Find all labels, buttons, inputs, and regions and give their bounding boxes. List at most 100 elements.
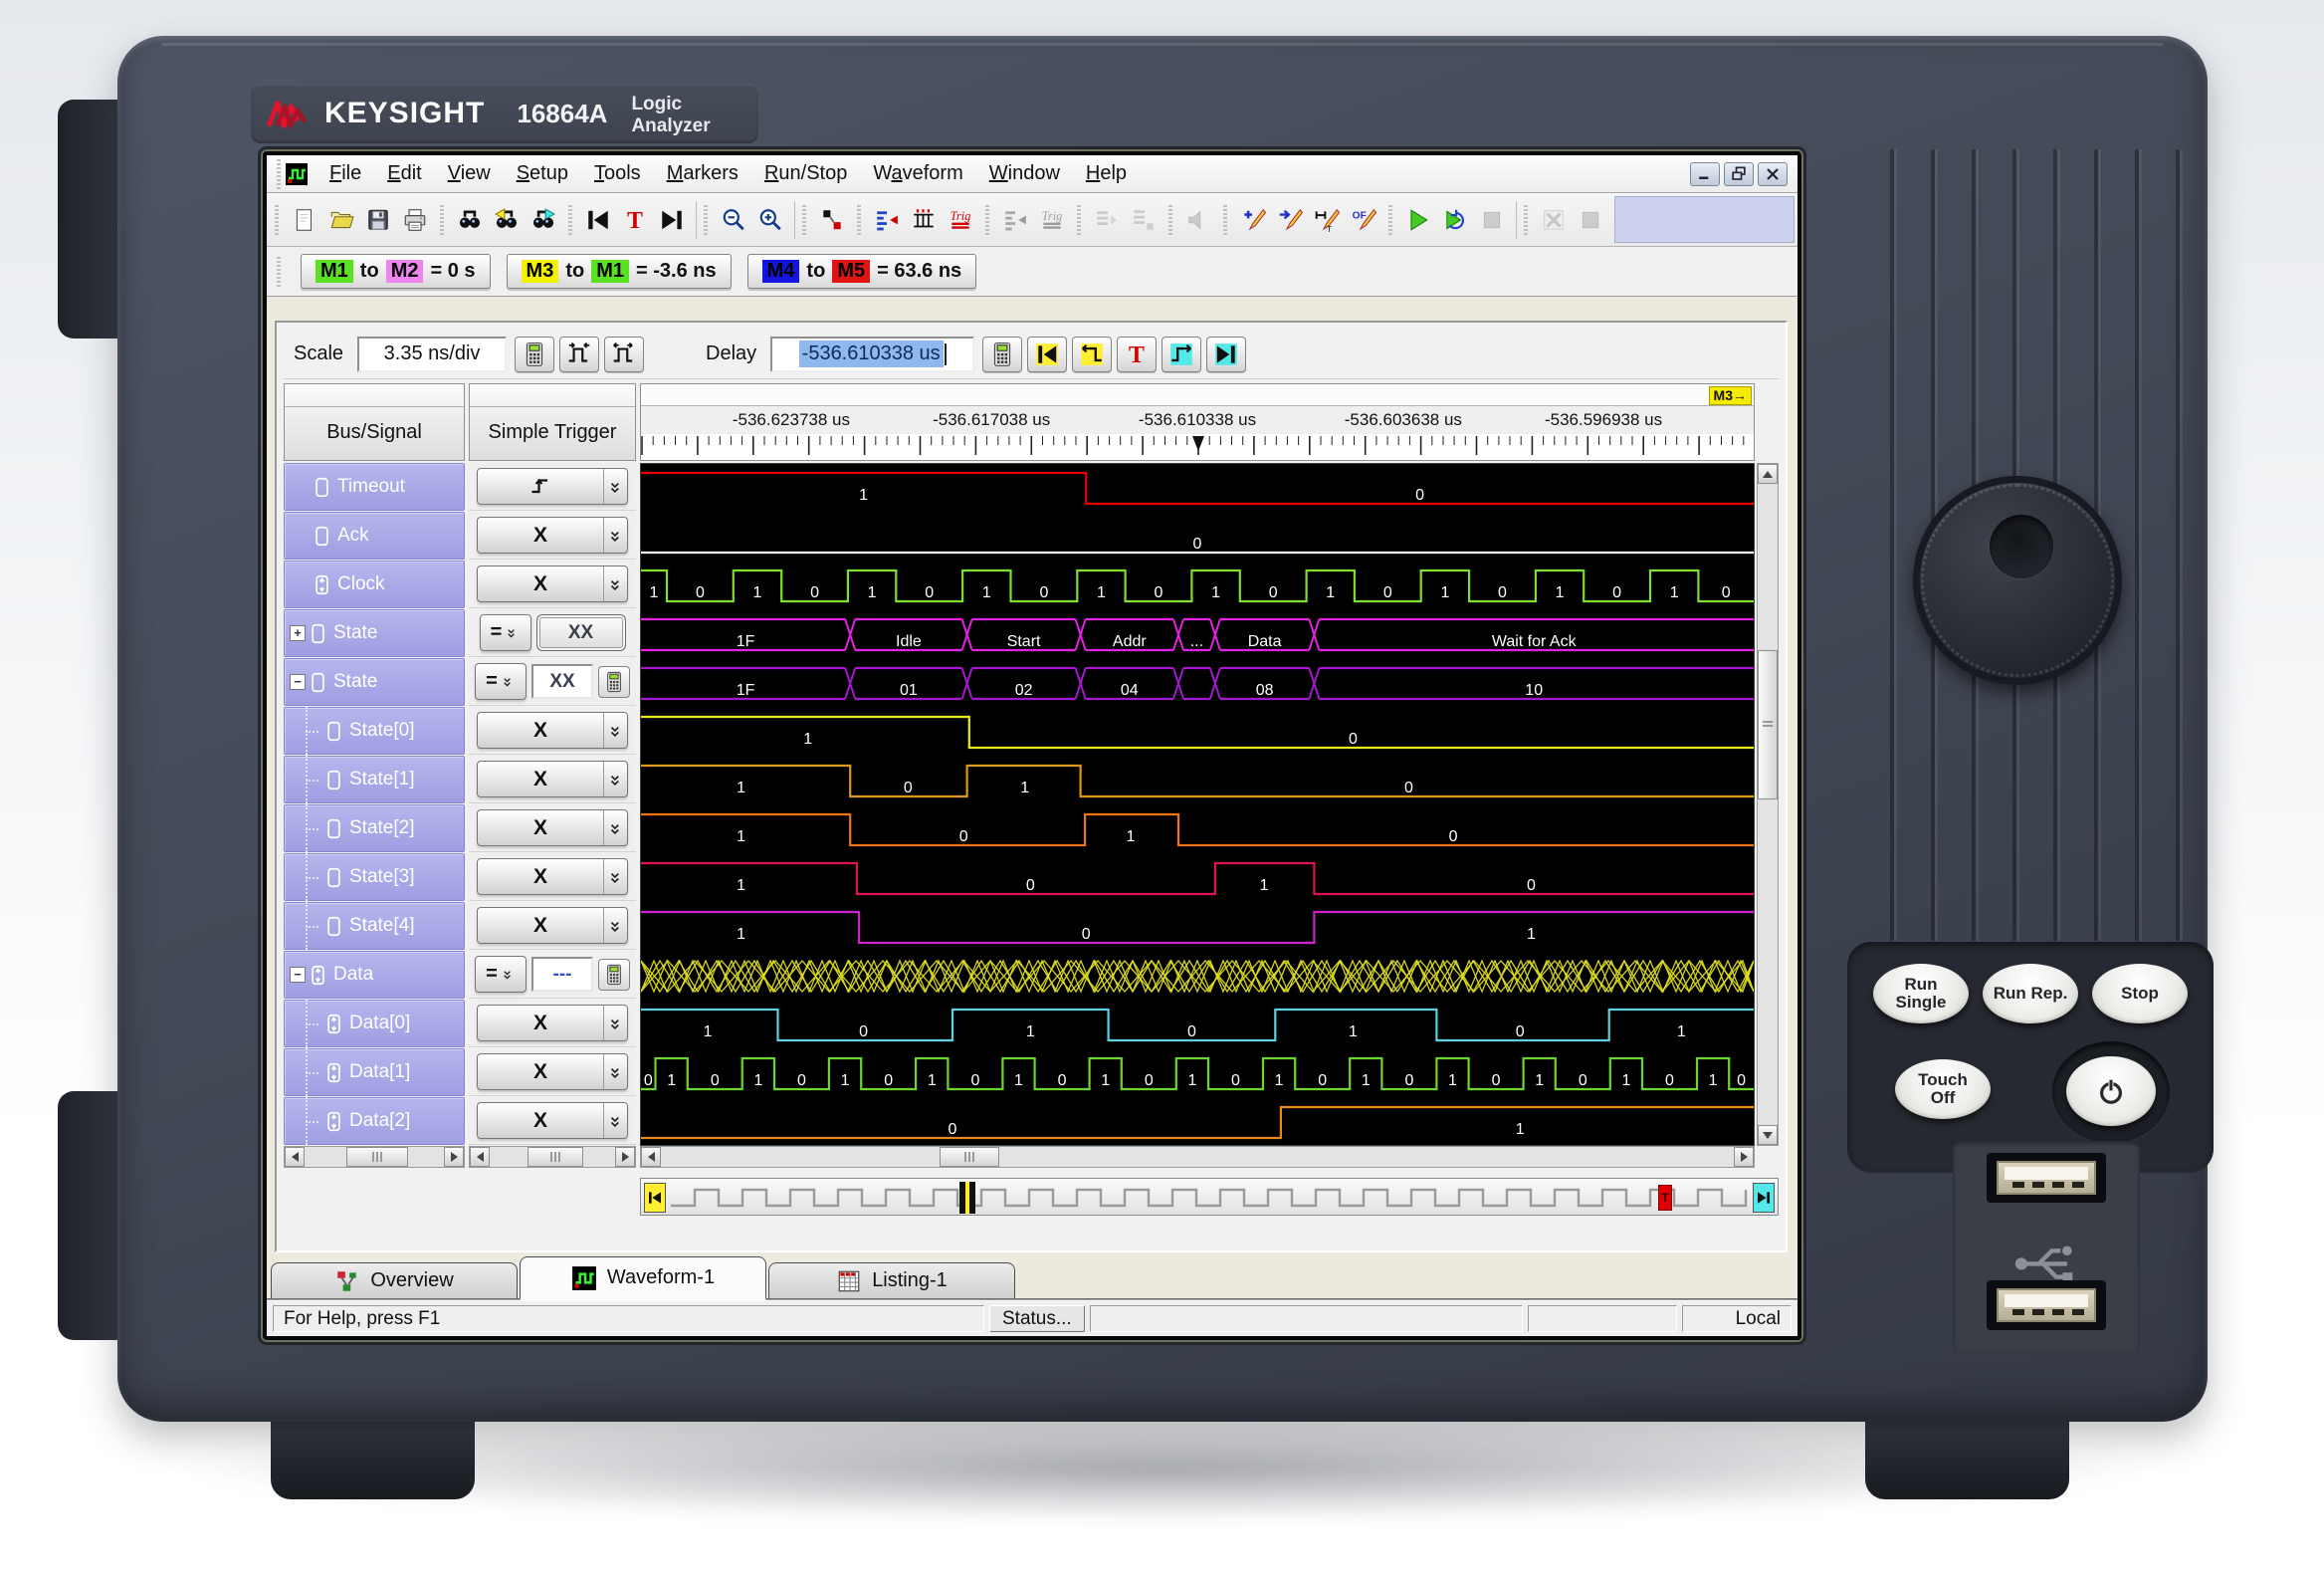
menu-tools[interactable]: Tools [581, 158, 654, 189]
drag-handle[interactable] [277, 256, 281, 287]
trigger-dropdown-dontcare[interactable]: X [477, 907, 628, 944]
scroll-down-button[interactable] [1758, 1125, 1778, 1145]
m3-marker-chip[interactable]: M3→ [1708, 386, 1752, 405]
waveform-trace-state-2-7[interactable]: 1 0 1 0 [641, 805, 1754, 854]
goto-begin-y-button[interactable] [1027, 336, 1068, 372]
overview-trigger-marker[interactable]: T [1658, 1185, 1673, 1211]
usb-port-top[interactable] [1987, 1153, 2106, 1203]
menu-file[interactable]: File [317, 158, 374, 189]
trigger-dropdown-edge[interactable] [477, 468, 628, 505]
overview-insert-icon[interactable] [868, 201, 905, 238]
restore-button[interactable] [1724, 161, 1754, 186]
toolbar-group-handle[interactable] [1168, 204, 1172, 235]
menu-run-stop[interactable]: Run/Stop [751, 158, 860, 189]
waveform-display-area[interactable]: 1 0 0 1 0 1 0 1 0 1 0 1 0 1 0 1 0 1 0 1 0 1 0 1F Idle Start Addr..… [640, 463, 1755, 1146]
column-header-simple-trigger[interactable]: Simple Trigger [469, 383, 636, 461]
waveform-trace-ack-1[interactable]: 0 [641, 513, 1754, 562]
signal-row-label-data-0-11[interactable]: Data[0] [284, 1000, 465, 1047]
expand-edges-button[interactable] [604, 336, 645, 372]
goto-trigger-button[interactable]: T [1117, 336, 1158, 372]
waveform-trace-state-1-6[interactable]: 1 0 1 0 [641, 757, 1754, 805]
acquisition-overview-bar[interactable]: T [640, 1178, 1779, 1216]
trigger-dropdown-dontcare[interactable]: X [477, 761, 628, 797]
waveform-trace-data-1-12[interactable]: 010101010101010101010101010 [641, 1049, 1754, 1098]
chevron-down-icon[interactable] [603, 469, 627, 504]
toolbar-group-handle[interactable] [1077, 204, 1081, 235]
menu-view[interactable]: View [435, 158, 504, 189]
waveform-trace-state-3-8[interactable]: 1 0 1 0 [641, 854, 1754, 903]
toolbar-group-handle[interactable] [857, 204, 861, 235]
scroll-left-button[interactable] [285, 1147, 305, 1167]
signal-row-label-state-0-5[interactable]: State[0] [284, 707, 465, 755]
trigger-dropdown-dontcare[interactable]: X [477, 858, 628, 895]
scroll-left-button[interactable] [641, 1147, 661, 1167]
menu-help[interactable]: Help [1073, 158, 1140, 189]
menu-window[interactable]: Window [976, 158, 1073, 189]
trig-icon[interactable]: Trig [942, 201, 978, 238]
open-folder-icon[interactable] [322, 201, 359, 238]
chevron-down-icon[interactable] [603, 908, 627, 943]
scroll-right-button[interactable] [615, 1147, 635, 1167]
run-repetitive-icon[interactable] [1436, 201, 1473, 238]
scroll-right-button[interactable] [444, 1147, 464, 1167]
scale-input[interactable]: 3.35 ns/div [357, 336, 508, 372]
find-binoculars-icon[interactable] [451, 201, 488, 238]
chevron-down-icon[interactable] [603, 859, 627, 894]
waveform-trace-timeout-0[interactable]: 10 [641, 464, 1754, 513]
signal-row-label-timeout-0[interactable]: Timeout [284, 463, 465, 511]
chevron-down-icon[interactable] [603, 810, 627, 845]
toolbar-group-handle[interactable] [1388, 204, 1392, 235]
find-next-icon[interactable] [525, 201, 561, 238]
find-previous-icon[interactable] [488, 201, 525, 238]
chevron-down-icon[interactable] [603, 1103, 627, 1138]
run-icon[interactable] [1399, 201, 1436, 238]
column-header-bus-signal[interactable]: Bus/Signal [284, 383, 465, 461]
toolbar-group-handle[interactable] [1223, 204, 1227, 235]
tree-expand-toggle[interactable]: + [290, 625, 306, 641]
trigger-value-button[interactable]: XX [535, 614, 626, 651]
toolbar-group-handle[interactable] [704, 204, 708, 235]
toolbar-group-handle[interactable] [985, 204, 989, 235]
prev-edge-button[interactable] [1072, 336, 1113, 372]
save-floppy-icon[interactable] [359, 201, 396, 238]
stop-button[interactable]: Stop [2092, 964, 2188, 1023]
calculator-button[interactable] [598, 665, 630, 698]
trigger-dropdown-dontcare[interactable]: X [477, 565, 628, 602]
toolbar-group-handle[interactable] [1524, 204, 1528, 235]
delay-input[interactable]: -536.610338 us [770, 336, 975, 372]
goto-end-c-button[interactable] [1206, 336, 1247, 372]
trigger-dropdown-dontcare[interactable]: X [477, 1102, 628, 1139]
signal-row-label-state-1-6[interactable]: State[1] [284, 756, 465, 803]
chevron-down-icon[interactable] [603, 762, 627, 796]
usb-port-bottom[interactable] [1987, 1280, 2106, 1330]
toolbar-group-handle[interactable] [440, 204, 444, 235]
chevron-down-icon[interactable] [603, 1054, 627, 1089]
pencil-width-icon[interactable]: T [1308, 201, 1345, 238]
overview-goto-end-button[interactable] [1753, 1183, 1775, 1213]
waveform-trace-state-0-5[interactable]: 10 [641, 708, 1754, 757]
signal-row-label-clock-2[interactable]: Clock [284, 561, 465, 608]
menu-markers[interactable]: Markers [654, 158, 751, 189]
run-rep-button[interactable]: Run Rep. [1983, 964, 2078, 1023]
print-icon[interactable] [396, 201, 433, 238]
goto-end-icon[interactable] [653, 201, 690, 238]
waveform-hscrollbar[interactable] [640, 1146, 1755, 1168]
run-single-button[interactable]: Run Single [1873, 964, 1969, 1023]
signal-row-label-ack-1[interactable]: Ack [284, 512, 465, 560]
vertical-scroll-thumb[interactable] [1758, 650, 1778, 800]
tab-waveform-1[interactable]: Waveform-1 [520, 1256, 766, 1300]
toolbar-group-handle[interactable] [275, 204, 279, 235]
signal-row-label-state-3[interactable]: + State [284, 609, 465, 657]
pencil-add-icon[interactable] [1234, 201, 1271, 238]
trigger-dropdown-dontcare[interactable]: X [477, 809, 628, 846]
calculator-button[interactable] [982, 336, 1023, 372]
bus-edges-icon[interactable] [905, 201, 942, 238]
goto-begin-icon[interactable] [579, 201, 616, 238]
calculator-button[interactable] [515, 336, 555, 372]
trigger-dropdown-dontcare[interactable]: X [477, 1053, 628, 1090]
trigger-dropdown-dontcare[interactable]: X [477, 712, 628, 749]
signal-row-label-state-4-9[interactable]: State[4] [284, 902, 465, 950]
toolbar-group-handle[interactable] [568, 204, 572, 235]
new-document-icon[interactable] [286, 201, 322, 238]
trigger-value-input[interactable]: --- [531, 957, 593, 992]
